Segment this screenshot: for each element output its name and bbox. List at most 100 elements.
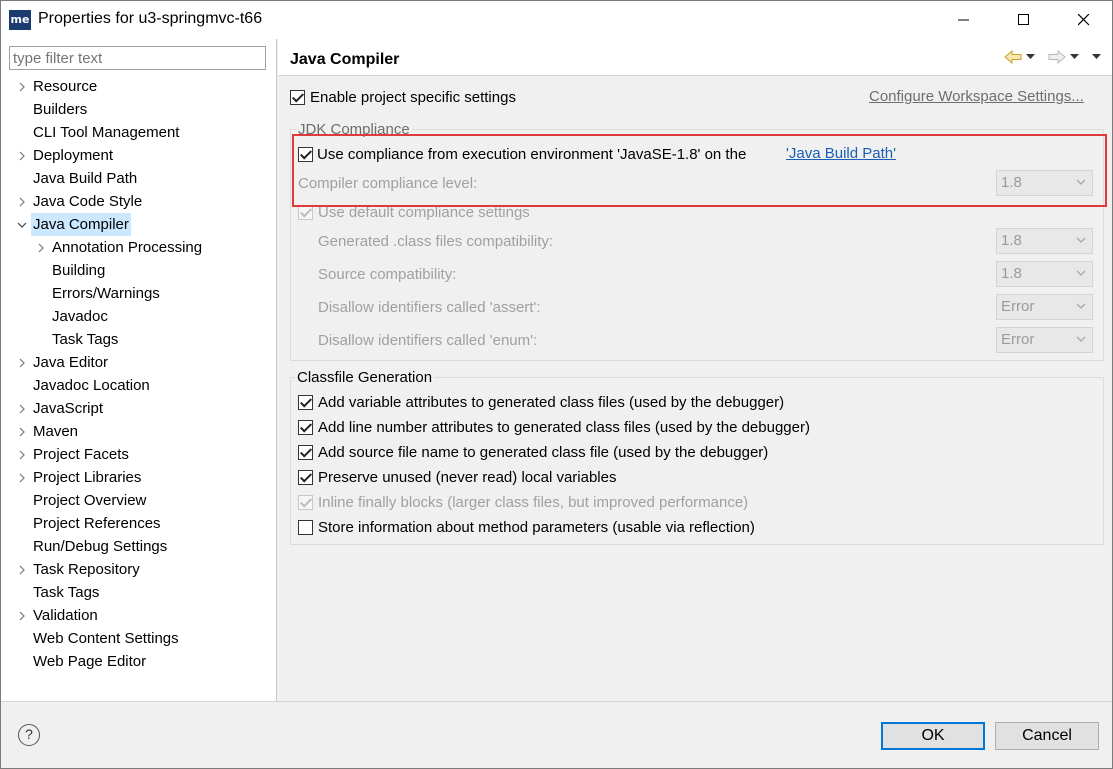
chevron-right-icon[interactable]	[16, 75, 28, 98]
compliance-level-select[interactable]: 1.8	[996, 170, 1093, 196]
view-menu-icon[interactable]	[1092, 54, 1102, 60]
chevron-down-icon	[1076, 336, 1086, 342]
chevron-right-icon[interactable]	[16, 190, 28, 213]
chevron-right-icon[interactable]	[16, 558, 28, 581]
tree-item-label: Java Compiler	[31, 213, 131, 236]
tree-item-label: Task Repository	[33, 561, 140, 578]
tree-item-label: CLI Tool Management	[33, 124, 180, 141]
classfile-option-label: Preserve unused (never read) local varia…	[318, 469, 617, 486]
chevron-right-icon[interactable]	[16, 420, 28, 443]
minimize-icon	[958, 19, 969, 21]
preference-tree-pane: Resource Builders CLI Tool Management Deplo…	[1, 39, 277, 701]
enable-project-specific-checkbox[interactable]	[290, 90, 305, 105]
disallow-enum-select[interactable]: Error	[996, 327, 1093, 353]
compliance-level-label: Compiler compliance level:	[298, 175, 478, 192]
chevron-right-icon[interactable]	[16, 144, 28, 167]
properties-dialog: me Properties for u3-springmvc-t66 Resou…	[0, 0, 1113, 769]
button-bar: ? OK Cancel	[1, 701, 1112, 768]
tree-item-label: Resource	[33, 78, 98, 95]
disallow-assert-value: Error	[1001, 298, 1035, 315]
minimize-button[interactable]	[941, 1, 987, 39]
chevron-right-icon[interactable]	[16, 604, 28, 627]
classfile-option-label: Add line number attributes to generated …	[318, 419, 810, 436]
window-title: Properties for u3-springmvc-t66	[38, 10, 263, 27]
java-build-path-link[interactable]: 'Java Build Path'	[786, 145, 896, 162]
back-dropdown-icon[interactable]	[1026, 54, 1036, 60]
generated-compat-select[interactable]: 1.8	[996, 228, 1093, 254]
classfile-option-checkbox[interactable]	[298, 395, 313, 410]
maximize-icon	[1018, 14, 1029, 25]
tree-item-label: Annotation Processing	[52, 239, 203, 256]
close-icon	[1078, 14, 1090, 26]
tree-item-label: JavaScript	[33, 400, 104, 417]
chevron-down-icon	[1076, 270, 1086, 276]
use-env-compliance-label: Use compliance from execution environmen…	[317, 146, 747, 163]
classfile-option-label: Inline finally blocks (larger class file…	[318, 494, 749, 511]
tree-item-label: Run/Debug Settings	[33, 538, 168, 555]
source-compat-value: 1.8	[1001, 265, 1022, 282]
enable-project-specific-label: Enable project specific settings	[310, 89, 516, 106]
source-compat-select[interactable]: 1.8	[996, 261, 1093, 287]
chevron-down-icon	[1076, 237, 1086, 243]
title-bar: me Properties for u3-springmvc-t66	[1, 1, 1112, 39]
classfile-option-checkbox[interactable]	[298, 470, 313, 485]
classfile-option-label: Add source file name to generated class …	[318, 444, 769, 461]
history-nav	[1004, 48, 1108, 68]
help-icon[interactable]: ?	[18, 724, 40, 746]
page-header: Java Compiler	[278, 39, 1112, 76]
source-compat-label: Source compatibility:	[318, 266, 457, 283]
tree-item-label: Validation	[33, 607, 98, 624]
tree-item-label: Project Libraries	[33, 469, 142, 486]
tree-item-label: Project References	[33, 515, 161, 532]
tree-item-label: Builders	[33, 101, 88, 118]
chevron-right-icon[interactable]	[16, 351, 28, 374]
classfile-option-checkbox[interactable]	[298, 445, 313, 460]
disallow-enum-label: Disallow identifiers called 'enum':	[318, 332, 538, 349]
chevron-down-icon	[1076, 179, 1086, 185]
disallow-enum-value: Error	[1001, 331, 1035, 348]
ok-button[interactable]: OK	[881, 722, 985, 750]
chevron-right-icon[interactable]	[16, 466, 28, 489]
generated-compat-value: 1.8	[1001, 232, 1022, 249]
classfile-option-label: Store information about method parameter…	[318, 519, 755, 536]
classfile-option-checkbox[interactable]	[298, 420, 313, 435]
classfile-option-checkbox[interactable]	[298, 520, 313, 535]
configure-workspace-link[interactable]: Configure Workspace Settings...	[869, 88, 1084, 105]
chevron-right-icon[interactable]	[16, 443, 28, 466]
tree-item-label: Javadoc Location	[33, 377, 150, 394]
classfile-option-label: Add variable attributes to generated cla…	[318, 394, 785, 411]
close-button[interactable]	[1061, 1, 1107, 39]
generated-compat-label: Generated .class files compatibility:	[318, 233, 554, 250]
tree-item-label: Java Build Path	[33, 170, 138, 187]
back-arrow-icon[interactable]	[1004, 50, 1022, 64]
tree-item-label: Project Facets	[33, 446, 129, 463]
tree-item-label: Project Overview	[33, 492, 147, 509]
use-env-compliance-checkbox[interactable]	[298, 147, 313, 162]
tree-item-label: Javadoc	[52, 308, 108, 325]
tree-item-label: Java Editor	[33, 354, 109, 371]
filter-input[interactable]	[9, 46, 266, 70]
disallow-assert-select[interactable]: Error	[996, 294, 1093, 320]
tree-item-label: Task Tags	[52, 331, 119, 348]
page-title: Java Compiler	[290, 51, 400, 68]
chevron-down-icon[interactable]	[16, 213, 28, 236]
chevron-right-icon[interactable]	[35, 236, 47, 259]
chevron-down-icon	[1076, 303, 1086, 309]
compliance-level-value: 1.8	[1001, 174, 1022, 191]
tree-item-label: Web Page Editor	[33, 653, 147, 670]
classfile-option-checkbox[interactable]	[298, 495, 313, 510]
forward-arrow-icon[interactable]	[1048, 50, 1066, 64]
use-default-compliance-checkbox[interactable]	[298, 205, 313, 220]
tree-item-label: Java Code Style	[33, 193, 143, 210]
tree-item-label: Web Content Settings	[33, 630, 179, 647]
forward-dropdown-icon[interactable]	[1070, 54, 1080, 60]
cancel-button[interactable]: Cancel	[995, 722, 1099, 750]
chevron-right-icon[interactable]	[16, 397, 28, 420]
app-icon: me	[9, 10, 31, 30]
tree-item-label: Building	[52, 262, 106, 279]
tree-item-label: Errors/Warnings	[52, 285, 160, 302]
tree-item-label: Deployment	[33, 147, 114, 164]
use-default-compliance-label: Use default compliance settings	[318, 204, 530, 221]
jdk-compliance-title: JDK Compliance	[296, 120, 412, 139]
maximize-button[interactable]	[1001, 1, 1047, 39]
